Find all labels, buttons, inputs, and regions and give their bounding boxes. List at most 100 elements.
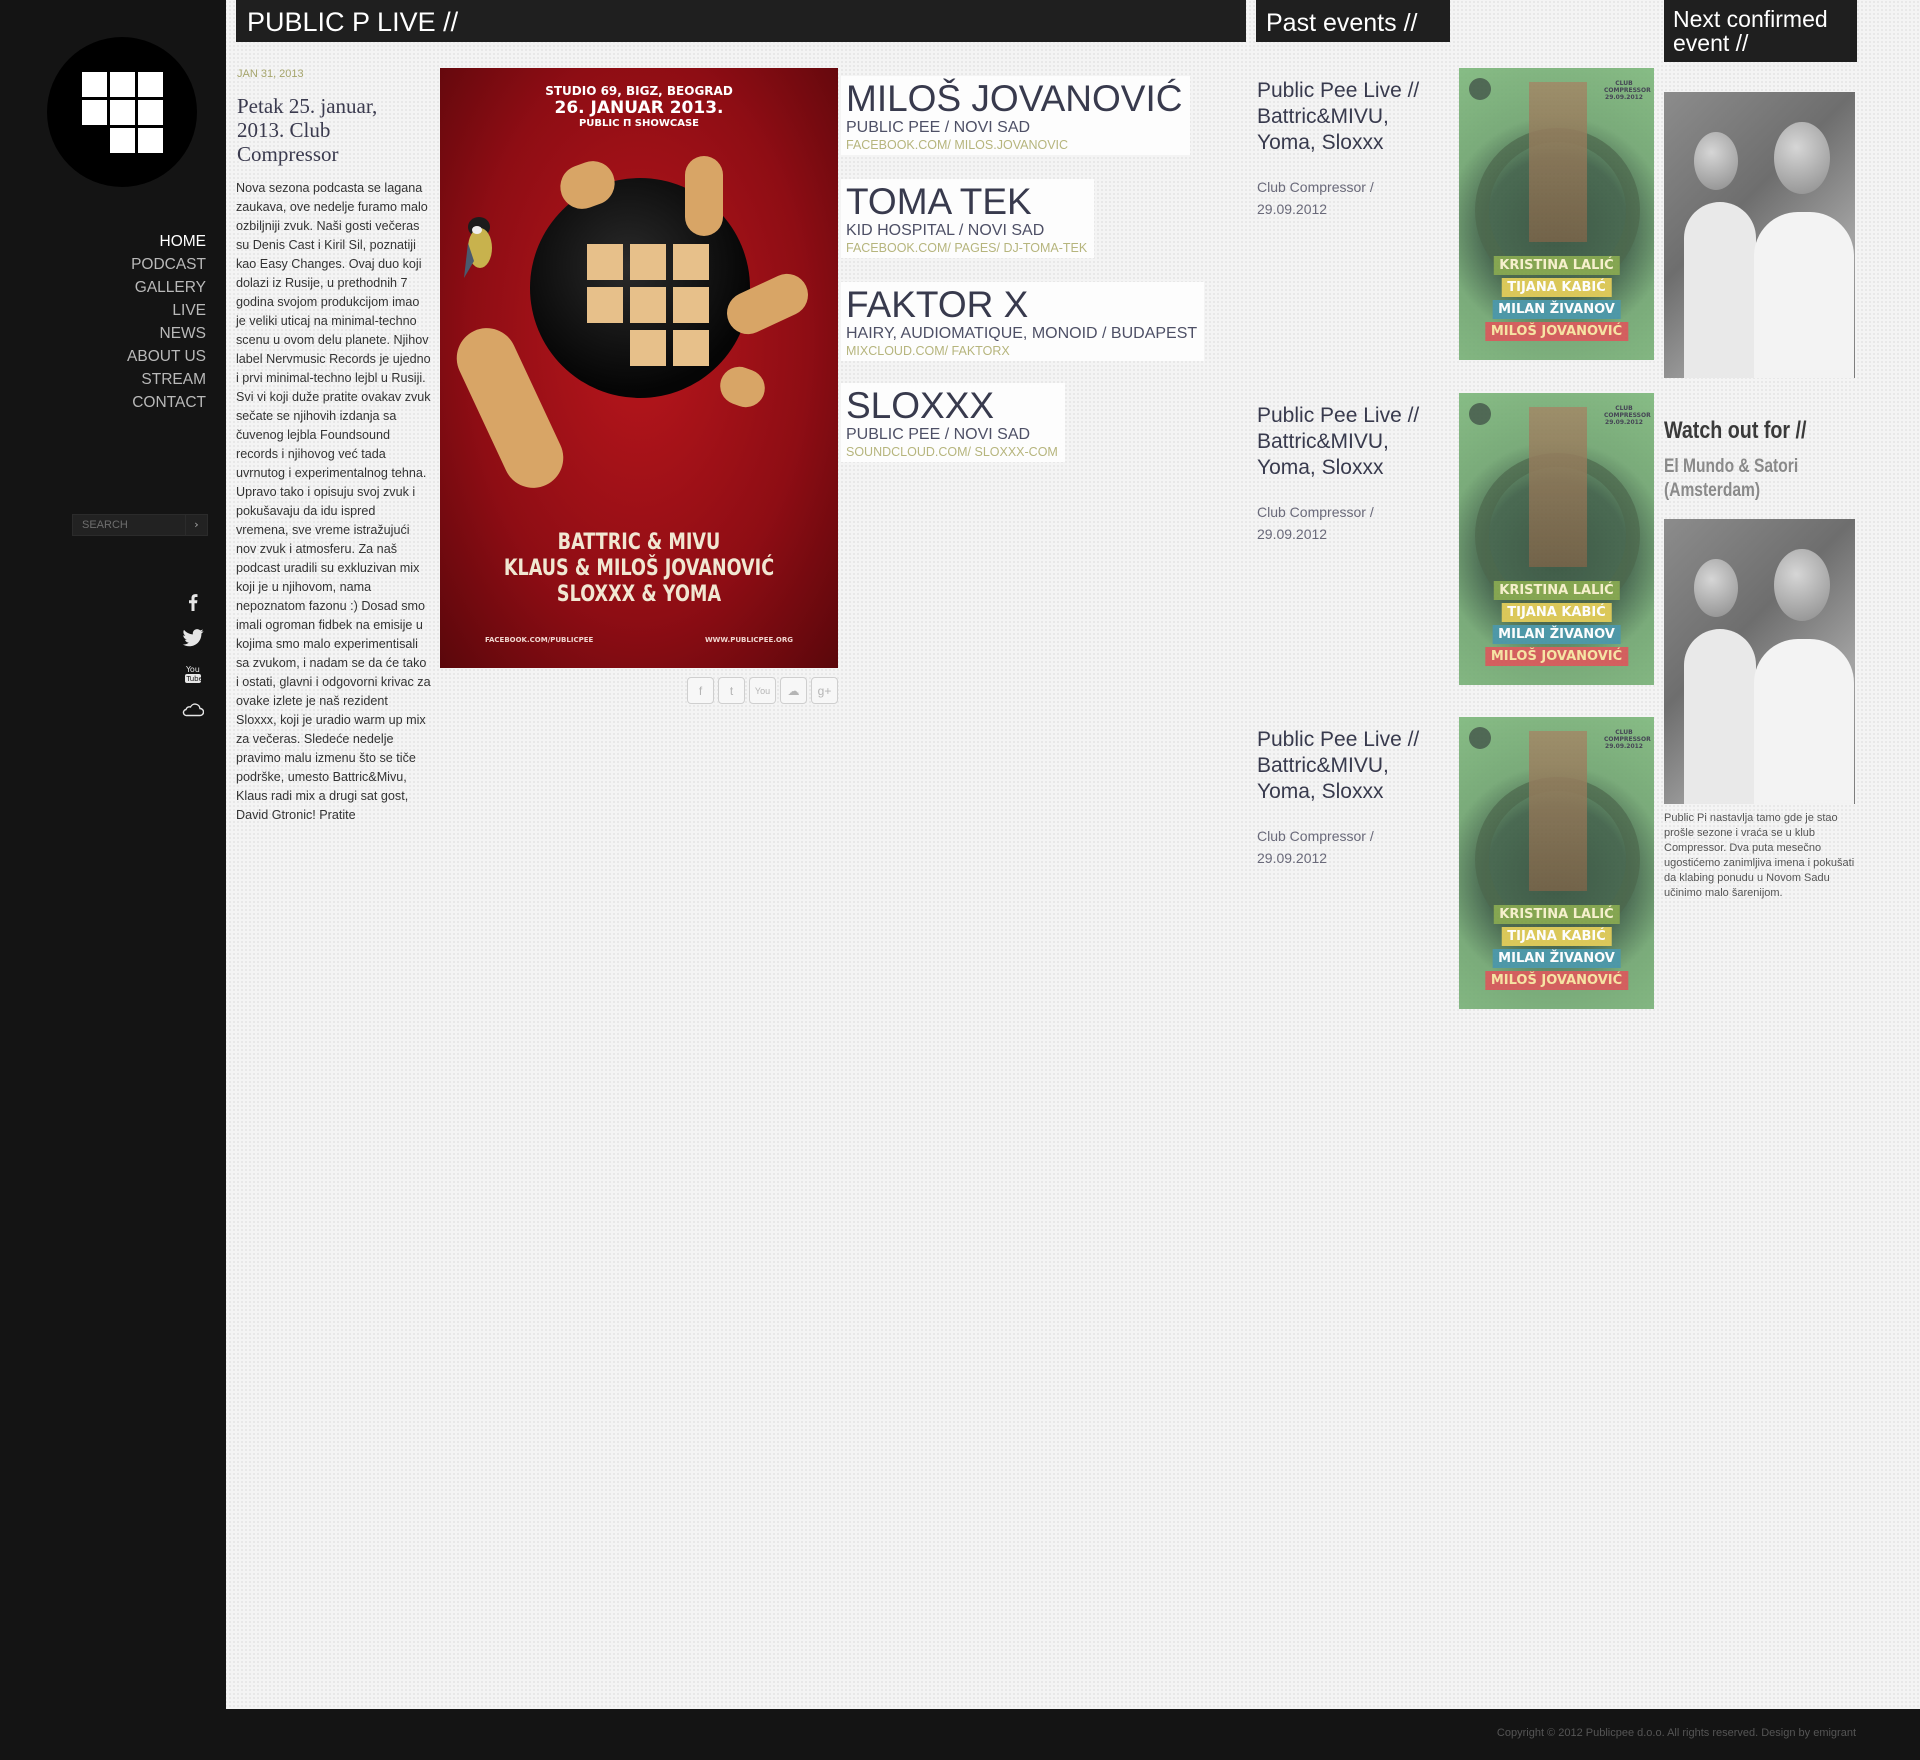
artist-card: SLOXXX PUBLIC PEE / NOVI SAD SOUNDCLOUD.… [841,383,1065,462]
poster-finger [714,361,771,413]
watch-out-artist-photo[interactable] [1664,519,1855,804]
publicpee-logo-icon [1469,403,1491,425]
poster-artist-label: KRISTINA LALIĆ [1493,581,1620,600]
logo-grid-icon [82,72,163,153]
artist-label-city: PUBLIC PEE / NOVI SAD [846,119,1031,136]
artist-card: TOMA TEK KID HOSPITAL / NOVI SAD FACEBOO… [841,179,1095,258]
past-event-title[interactable]: Public Pee Live // Battric&MIVU, Yoma, S… [1257,727,1437,805]
photo-head [1774,122,1830,194]
nav-home[interactable]: HOME [127,230,207,253]
poster-club-text: CLUB COMPRESSOR 29.09.2012 [1604,80,1651,101]
artist-name: TOMA TEK [846,181,1032,222]
past-event-title[interactable]: Public Pee Live // Battric&MIVU, Yoma, S… [1257,78,1437,156]
past-event-meta: Club Compressor / 29.09.2012 [1257,504,1374,542]
search-submit-button[interactable]: › [185,515,207,535]
share-googleplus-icon[interactable]: g+ [811,677,838,704]
poster-artist-label: TIJANA KABIĆ [1501,927,1612,946]
nav-stream[interactable]: STREAM [127,368,206,391]
poster-club-text: CLUB COMPRESSOR 29.09.2012 [1604,729,1651,750]
artist-name: MILOŠ JOVANOVIĆ [846,78,1183,119]
share-facebook-icon[interactable]: f [687,677,714,704]
artist-link[interactable]: FACEBOOK.COM/ PAGES/ DJ-TOMA-TEK [846,241,1087,256]
artist-name: FAKTOR X [846,284,1029,325]
facebook-icon[interactable] [178,584,208,620]
poster-artist-label: KRISTINA LALIĆ [1493,905,1620,924]
artist-label-city: PUBLIC PEE / NOVI SAD [846,426,1031,443]
youtube-icon[interactable]: You Tube [178,656,208,692]
watch-out-artists[interactable]: El Mundo & Satori (Amsterdam) [1664,455,1828,503]
event-poster-image[interactable]: STUDIO 69, BIGZ, BEOGRAD 26. JANUAR 2013… [440,68,838,668]
past-events-heading: Past events // [1256,0,1450,42]
main-nav: HOME PODCAST GALLERY LIVE NEWS ABOUT US … [127,230,206,414]
artist-label-city: KID HOSPITAL / NOVI SAD [846,222,1045,239]
search-input[interactable] [73,515,183,535]
artist-card: MILOŠ JOVANOVIĆ PUBLIC PEE / NOVI SAD FA… [841,76,1190,155]
poster-artist-label: MILAN ŽIVANOV [1492,625,1621,644]
site-logo[interactable] [47,37,197,187]
poster-lineup-line: SLOXXX & YOMA [556,582,722,607]
nav-live[interactable]: LIVE [127,299,206,322]
article-date: JAN 31, 2013 [237,68,304,80]
artist-link[interactable]: MIXCLOUD.COM/ FAKTORX [846,344,1197,359]
nav-podcast[interactable]: PODCAST [127,253,206,276]
share-soundcloud-icon[interactable]: ☁ [780,677,807,704]
watch-out-description: Public Pi nastavlja tamo gde je stao pro… [1664,812,1855,899]
artist-card: FAKTOR X HAIRY, AUDIOMATIQUE, MONOID / B… [841,282,1205,361]
poster-showcase: PUBLIC Π SHOWCASE [578,118,700,129]
poster-artist-label: TIJANA KABIĆ [1501,603,1612,622]
artist-name: SLOXXX [846,385,995,426]
poster-date: 26. JANUAR 2013. [554,98,724,118]
past-event-meta: Club Compressor / 29.09.2012 [1257,179,1374,217]
photo-head [1694,132,1738,190]
poster-lineup-line: KLAUS & MILOŠ JOVANOVIĆ [503,556,775,581]
past-event-poster[interactable]: CLUB COMPRESSOR 29.09.2012 KRISTINA LALI… [1459,717,1654,1009]
next-event-artist-photo[interactable] [1664,92,1855,378]
article-title[interactable]: Petak 25. januar, 2013. Club Compressor [237,94,427,166]
social-links: You Tube [178,584,208,728]
poster-lineup-line: BATTRIC & MIVU [557,530,721,555]
poster-artist-label: MILOŠ JOVANOVIĆ [1484,971,1629,990]
poster-grid-icon [587,244,709,366]
share-twitter-icon[interactable]: t [718,677,745,704]
poster-artist-label: KRISTINA LALIĆ [1493,256,1620,275]
share-youtube-icon[interactable]: You [749,677,776,704]
copyright-text: Copyright © 2012 Publicpee d.o.o. All ri… [1496,1727,1856,1739]
artist-link[interactable]: FACEBOOK.COM/ MILOS.JOVANOVIC [846,138,1183,153]
poster-illustration [1529,82,1587,242]
photo-person [1754,639,1854,804]
artist-label-city: HAIRY, AUDIOMATIQUE, MONOID / BUDAPEST [846,325,1198,342]
past-event-title[interactable]: Public Pee Live // Battric&MIVU, Yoma, S… [1257,403,1437,481]
publicpee-logo-icon [1469,727,1491,749]
photo-head [1774,549,1830,621]
artist-link[interactable]: SOUNDCLOUD.COM/ SLOXXX-COM [846,445,1058,460]
next-event-heading: Next confirmed event // [1664,0,1857,62]
photo-person [1684,202,1756,378]
photo-person [1684,629,1756,804]
twitter-icon[interactable] [178,620,208,656]
past-event-poster[interactable]: CLUB COMPRESSOR 29.09.2012 KRISTINA LALI… [1459,393,1654,685]
past-event-meta: Club Compressor / 29.09.2012 [1257,828,1374,866]
photo-head [1694,559,1738,617]
poster-finger [685,156,723,236]
nav-contact[interactable]: CONTACT [127,391,206,414]
sidebar: HOME PODCAST GALLERY LIVE NEWS ABOUT US … [0,0,226,1760]
article-body: Nova sezona podcasta se lagana zaukava, … [236,181,431,822]
footer: Copyright © 2012 Publicpee d.o.o. All ri… [0,1709,1920,1760]
poster-lineup: BATTRIC & MIVU KLAUS & MILOŠ JOVANOVIĆ S… [480,530,798,608]
poster-website-text: WWW.PUBLICPEE.ORG [704,636,793,644]
soundcloud-icon[interactable] [178,692,208,728]
publicpee-logo-icon [1469,78,1491,100]
svg-text:Tube: Tube [186,675,203,683]
poster-illustration [1529,407,1587,567]
nav-gallery[interactable]: GALLERY [127,276,206,299]
page-title: PUBLIC P LIVE // [236,0,1246,42]
poster-artist-label: MILOŠ JOVANOVIĆ [1484,322,1629,341]
nav-about-us[interactable]: ABOUT US [127,345,206,368]
past-event-poster[interactable]: CLUB COMPRESSOR 29.09.2012 KRISTINA LALI… [1459,68,1654,360]
poster-venue: STUDIO 69, BIGZ, BEOGRAD [545,84,733,98]
photo-person [1754,212,1854,378]
poster-artist-label: MILOŠ JOVANOVIĆ [1484,647,1629,666]
poster-artist-label: MILAN ŽIVANOV [1492,949,1621,968]
search-box: › [72,514,208,536]
nav-news[interactable]: NEWS [127,322,207,345]
